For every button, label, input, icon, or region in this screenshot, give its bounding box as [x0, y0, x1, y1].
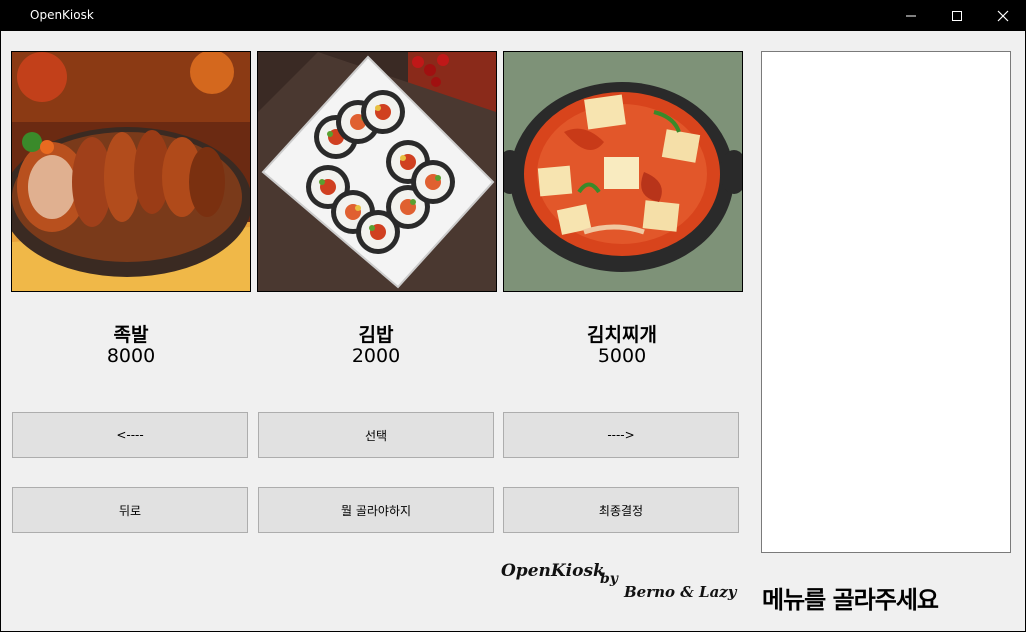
- credit-app-name: OpenKiosk: [501, 561, 605, 581]
- close-icon: [997, 10, 1009, 21]
- menu-item-gimbap: 김밥 2000: [256, 325, 496, 367]
- next-button[interactable]: ---->: [503, 412, 739, 458]
- menu-item-name: 김치찌개: [587, 324, 657, 346]
- menu-item-price: 2000: [351, 345, 401, 367]
- menu-item-jokbal: 족발 8000: [11, 325, 251, 367]
- title-bar: OpenKiosk: [0, 0, 1026, 31]
- credit-authors: Berno & Lazy: [624, 583, 737, 601]
- window-title: OpenKiosk: [30, 8, 94, 22]
- what-to-pick-button[interactable]: 뭘 골라야하지: [258, 487, 494, 533]
- minimize-button[interactable]: [888, 0, 934, 31]
- status-prompt: 메뉴를 골라주세요: [762, 586, 939, 614]
- menu-item-name: 족발: [113, 324, 149, 346]
- prev-button[interactable]: <----: [12, 412, 248, 458]
- back-button[interactable]: 뒤로: [12, 487, 248, 533]
- select-button[interactable]: 선택: [258, 412, 494, 458]
- menu-item-price: 8000: [106, 345, 156, 367]
- order-list[interactable]: [761, 51, 1011, 553]
- maximize-icon: [952, 10, 962, 21]
- final-decision-button[interactable]: 최종결정: [503, 487, 739, 533]
- menu-item-price: 5000: [597, 345, 647, 367]
- maximize-button[interactable]: [934, 0, 980, 31]
- menu-item-name: 김밥: [358, 324, 394, 346]
- close-button[interactable]: [980, 0, 1026, 31]
- kimchi-jjigae-image[interactable]: [503, 51, 743, 292]
- minimize-icon: [906, 15, 916, 16]
- credit-by: by: [600, 571, 618, 587]
- jokbal-image[interactable]: [11, 51, 251, 292]
- gimbap-image[interactable]: [257, 51, 497, 292]
- menu-item-kimchi-jjigae: 김치찌개 5000: [502, 325, 742, 367]
